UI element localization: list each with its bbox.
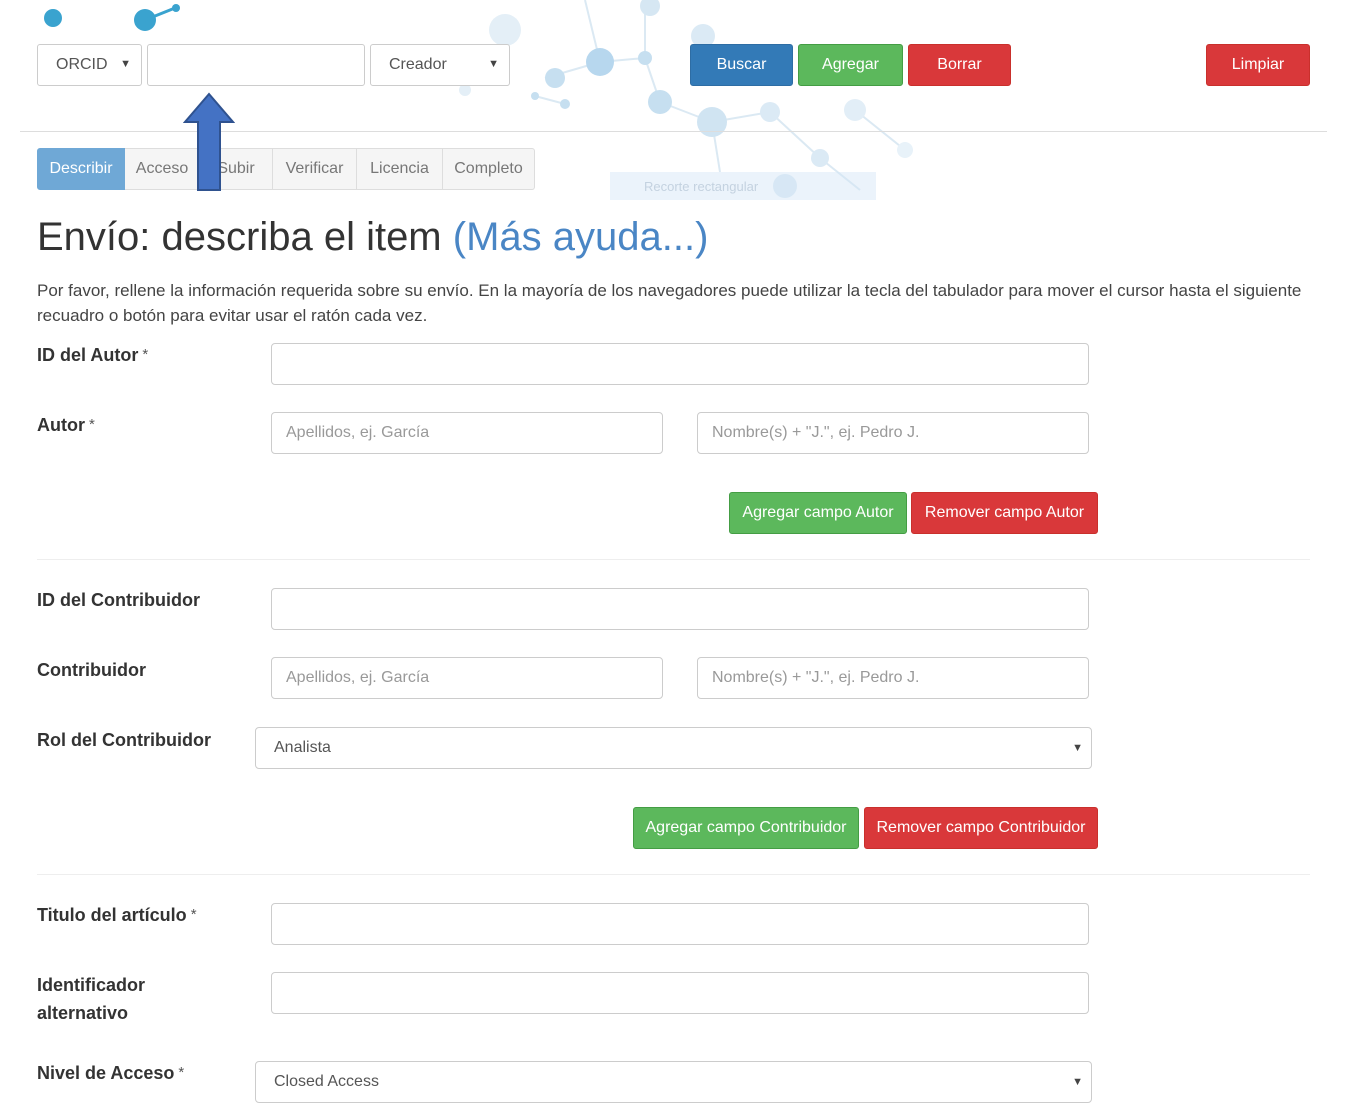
delete-button[interactable]: Borrar <box>908 44 1011 86</box>
tab-completo[interactable]: Completo <box>443 148 535 190</box>
alt-identifier-label-line2: alternativo <box>37 1003 129 1023</box>
section-divider <box>37 874 1310 875</box>
remove-author-button[interactable]: Remover campo Autor <box>911 492 1098 534</box>
clear-button[interactable]: Limpiar <box>1206 44 1310 86</box>
section-divider <box>37 559 1310 560</box>
contributor-role-value: Analista <box>274 739 331 756</box>
tab-licencia[interactable]: Licencia <box>357 148 443 190</box>
contributor-role-label: Rol del Contribuidor <box>37 730 211 750</box>
tab-verificar[interactable]: Verificar <box>273 148 357 190</box>
snip-tooltip-label: Recorte rectangular <box>644 178 759 194</box>
contributor-label: Contribuidor <box>37 660 146 680</box>
add-author-button[interactable]: Agregar campo Autor <box>729 492 907 534</box>
intro-text: Por favor, rellene la información requer… <box>37 281 1302 325</box>
arrow-up-icon <box>183 92 235 191</box>
required-mark: * <box>190 906 197 923</box>
alt-identifier-field[interactable] <box>271 972 1089 1014</box>
author-first-name-placeholder: Nombre(s) + "J.", ej. Pedro J. <box>712 424 920 441</box>
author-last-name-placeholder: Apellidos, ej. García <box>286 424 430 441</box>
required-mark: * <box>89 416 95 433</box>
id-type-select[interactable]: ORCID ▼ <box>37 44 142 86</box>
role-select[interactable]: Creador ▼ <box>370 44 510 86</box>
alt-identifier-label-line1: Identificador <box>37 975 146 995</box>
caret-down-icon: ▼ <box>1072 1076 1083 1088</box>
required-mark: * <box>178 1064 185 1081</box>
author-id-label: ID del Autor * <box>37 341 148 369</box>
help-link[interactable]: (Más ayuda...) <box>453 215 709 259</box>
caret-down-icon: ▼ <box>120 58 131 70</box>
contributor-first-name-placeholder: Nombre(s) + "J.", ej. Pedro J. <box>712 669 920 686</box>
remove-contributor-button[interactable]: Remover campo Contribuidor <box>864 807 1098 849</box>
access-level-label-text: Nivel de Acceso <box>37 1063 175 1083</box>
author-label: Autor * <box>37 411 95 439</box>
add-contributor-button[interactable]: Agregar campo Contribuidor <box>633 807 859 849</box>
snip-tooltip: Recorte rectangular <box>610 172 876 200</box>
contributor-id-field[interactable] <box>271 588 1089 630</box>
contributor-last-name-input[interactable]: Apellidos, ej. García <box>271 657 663 699</box>
submission-steps-tabs: Describir Acceso Subir Verificar Licenci… <box>37 148 535 190</box>
page-title: Envío: describa el item (Más ayuda...) <box>37 215 708 260</box>
role-select-value: Creador <box>389 56 447 73</box>
article-title-label: Titulo del artículo * <box>37 901 197 929</box>
page-title-text: Envío: describa el item <box>37 215 442 259</box>
search-id-input[interactable] <box>147 44 365 86</box>
contributor-last-name-placeholder: Apellidos, ej. García <box>286 669 430 686</box>
search-button[interactable]: Buscar <box>690 44 793 86</box>
author-id-label-text: ID del Autor <box>37 345 139 365</box>
access-level-label: Nivel de Acceso * <box>37 1059 184 1087</box>
article-title-label-text: Titulo del artículo <box>37 905 187 925</box>
caret-down-icon: ▼ <box>488 58 499 70</box>
author-first-name-input[interactable]: Nombre(s) + "J.", ej. Pedro J. <box>697 412 1089 454</box>
article-title-field[interactable] <box>271 903 1089 945</box>
contributor-first-name-input[interactable]: Nombre(s) + "J.", ej. Pedro J. <box>697 657 1089 699</box>
access-level-value: Closed Access <box>274 1073 379 1090</box>
id-type-select-value: ORCID <box>56 56 108 73</box>
contributor-id-label: ID del Contribuidor <box>37 590 200 610</box>
contributor-role-select[interactable]: Analista ▼ <box>255 727 1092 769</box>
caret-down-icon: ▼ <box>1072 742 1083 754</box>
tab-describir[interactable]: Describir <box>37 148 125 190</box>
author-last-name-input[interactable]: Apellidos, ej. García <box>271 412 663 454</box>
add-button[interactable]: Agregar <box>798 44 903 86</box>
author-id-field[interactable] <box>271 343 1089 385</box>
author-label-text: Autor <box>37 415 85 435</box>
required-mark: * <box>142 346 149 363</box>
alt-identifier-label: Identificador alternativo <box>37 971 145 1027</box>
